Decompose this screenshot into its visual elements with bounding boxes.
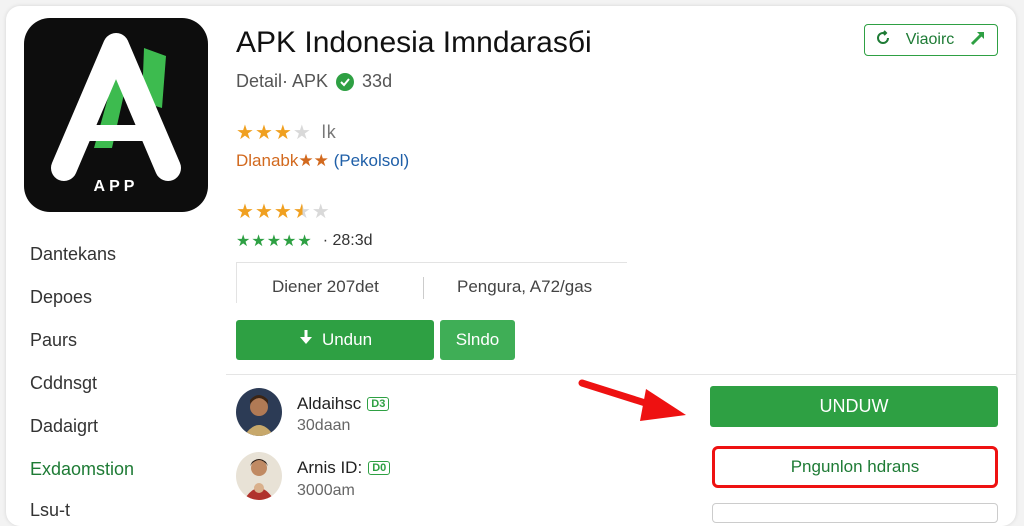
info-box: Diener 207det Pengura, A72/gas [236, 262, 627, 303]
share-arrow-icon [969, 29, 987, 52]
big-download-button[interactable]: UNDUW [710, 386, 998, 427]
secondary-label: Slndo [455, 330, 500, 349]
user-tag-1: D0 [368, 461, 391, 475]
sidebar-item-5[interactable]: Exdaomstion [30, 459, 134, 480]
download-icon [298, 329, 314, 352]
top-action-button[interactable]: Viaoirc [864, 24, 998, 56]
user-name-0[interactable]: Aldaihsc [297, 394, 361, 414]
verified-check-icon [336, 72, 355, 91]
big-download-label: UNDUW [819, 396, 889, 416]
sidebar-item-0[interactable]: Dantekans [30, 244, 116, 265]
sidebar-item-2[interactable]: Paurs [30, 330, 77, 351]
sidebar-item-6[interactable]: Lsu-t [30, 500, 70, 521]
download-label: Undun [321, 330, 373, 349]
star-empty-icon: ★ [311, 201, 331, 223]
user-tag-0: D3 [367, 397, 390, 411]
green-stars: ★★★★★ [236, 233, 313, 250]
star-empty-icon: ★ [292, 122, 312, 144]
star-icon: ★ [236, 122, 255, 144]
info-left: Diener 207det [272, 277, 379, 296]
star-icon: ★ [273, 201, 293, 223]
rating-detail: · 28:3d [322, 232, 373, 249]
user-time-1: 3000am [297, 482, 355, 499]
red-arrow-icon [578, 379, 686, 421]
partial-button[interactable] [712, 503, 998, 523]
rating-row-4: ★★★★★ · 28:3d [236, 231, 373, 251]
download-button[interactable]: Undun [236, 320, 434, 360]
star-rating-1: ★★★★ [236, 120, 312, 145]
sidebar-item-1[interactable]: Depoes [30, 287, 92, 308]
user-avatar-1 [236, 452, 282, 500]
rating-row-1: ★★★★ lk [236, 120, 337, 145]
app-logo: APP [24, 18, 208, 212]
top-action-label: Viaoirc [905, 31, 955, 48]
info-divider [423, 277, 424, 299]
user-name-row-1: Arnis ID: D0 [297, 458, 391, 478]
info-right: Pengura, A72/gas [457, 277, 593, 296]
half-star-icon: ★ [292, 201, 312, 223]
user-time-0: 30daan [297, 417, 351, 434]
version-label: 33d [362, 71, 393, 91]
star-icon: ★ [254, 122, 274, 144]
rating-row-3: ★★★★★ [236, 199, 331, 224]
star-icon: ★ [236, 201, 255, 223]
app-subtitle-row: Detail· APK 33d [236, 71, 392, 92]
app-icon-caption: APP [93, 178, 139, 195]
sidebar-item-4[interactable]: Dadaigrt [30, 416, 98, 437]
refresh-icon [875, 29, 891, 51]
rating-row-2: Dlanabk★★ (Pekolsol) [236, 151, 409, 171]
user-avatar-0 [236, 388, 282, 436]
sidebar-item-3[interactable]: Cddnsgt [30, 373, 97, 394]
user-name-1[interactable]: Arnis ID: [297, 458, 362, 478]
user-name-row-0: Aldaihsc D3 [297, 394, 390, 414]
secondary-button[interactable]: Slndo [440, 320, 515, 360]
highlighted-outline-button[interactable]: Pngunlon hdrans [712, 446, 998, 488]
app-title: APK Indonesia Imndarasбi [236, 26, 592, 59]
rating-left-text: Dlanabk★★ [236, 151, 329, 170]
rating-count: lk [321, 122, 337, 142]
star-icon: ★ [254, 201, 274, 223]
star-icon: ★ [273, 122, 293, 144]
rating-right-text: (Pekolsol) [333, 151, 410, 170]
outlined-button-label: Pngunlon hdrans [790, 457, 920, 476]
app-subtitle: Detail· APK [236, 71, 329, 91]
